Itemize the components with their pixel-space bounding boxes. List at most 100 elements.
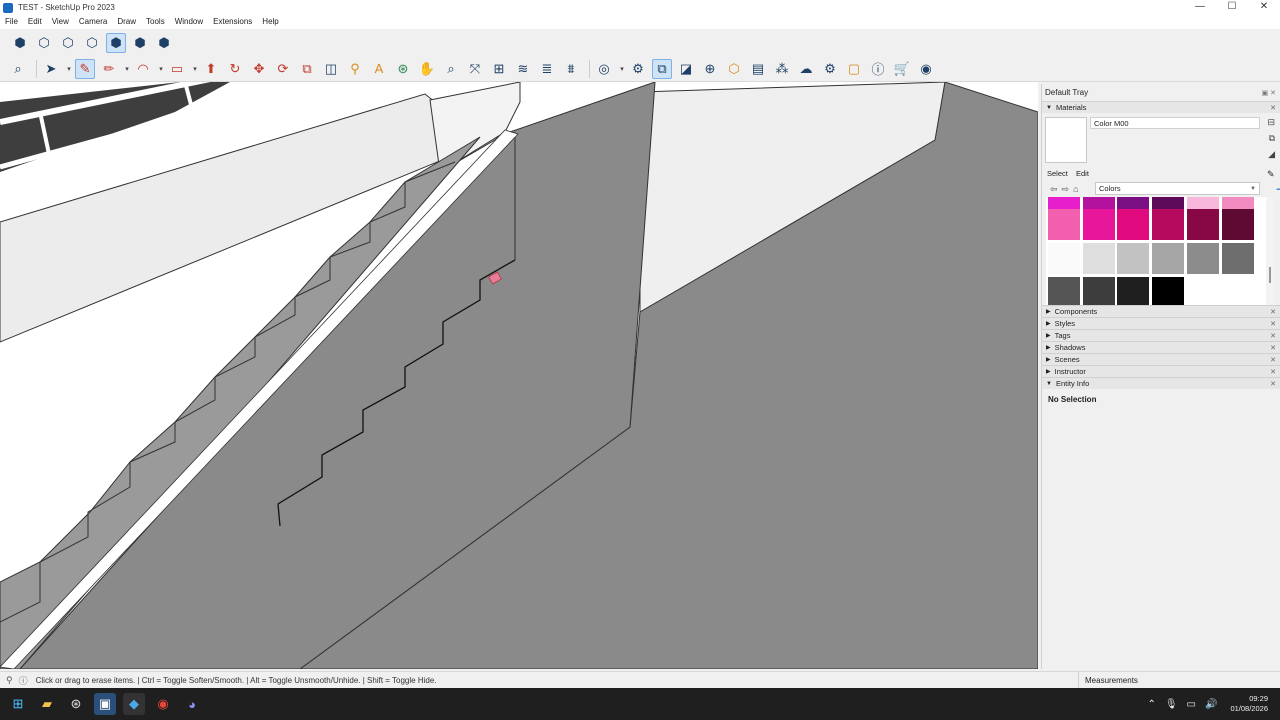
panel-header-styles[interactable]: ▶ Styles ✕ [1042,317,1280,329]
layout-icon[interactable]: ▤ [748,59,768,79]
collection-select[interactable]: Colors ▼ [1095,182,1260,195]
material-swatch[interactable] [1117,209,1149,240]
material-swatch[interactable] [1083,243,1115,274]
pan-icon[interactable]: ✋ [417,59,437,79]
rotate-icon[interactable]: ⟳ [273,59,293,79]
material-swatch[interactable] [1117,277,1149,305]
user-profile-icon[interactable]: ◉ [916,59,936,79]
arc-icon[interactable]: ◠ [133,59,153,79]
chrome-icon[interactable]: ◉ [152,693,174,715]
texture-icon[interactable]: ⁂ [772,59,792,79]
file-explorer-icon[interactable]: ▰ [36,693,58,715]
info-circle-icon[interactable]: ⓘ [19,674,28,687]
panel-header-shadows[interactable]: ▶ Shadows ✕ [1042,341,1280,353]
menu-tools[interactable]: Tools [141,15,170,29]
create-material-icon[interactable]: ⧉ [1269,133,1275,144]
material-name-field[interactable]: Color M00 [1090,117,1260,129]
close-panel-icon[interactable]: ✕ [1270,320,1276,328]
warehouse-icon[interactable]: ⊞ [489,59,509,79]
zoom-icon[interactable]: ⌕ [8,59,28,79]
close-panel-icon[interactable]: ✕ [1270,308,1276,316]
select-dropdown-icon[interactable]: ▾ [65,59,73,79]
default-paint-icon[interactable]: ◢ [1268,149,1275,160]
preferences-icon[interactable]: ⚙ [820,59,840,79]
panel-header-components[interactable]: ▶ Components ✕ [1042,305,1280,317]
app-icon[interactable]: ⊛ [65,693,87,715]
chevron-up-icon[interactable]: ⌃ [1147,699,1155,710]
cart-icon[interactable]: 🛒 [892,59,912,79]
panel-header-entity-info[interactable]: ▼ Entity Info ✕ [1042,377,1280,389]
xray-icon[interactable]: ⬢ [10,33,30,53]
tape-measure-icon[interactable]: ⚲ [345,59,365,79]
monochrome-icon[interactable]: ⬢ [154,33,174,53]
geo-location-icon[interactable]: ⚲ [6,675,13,686]
material-swatch[interactable] [1048,277,1080,305]
material-swatch[interactable] [1083,277,1115,305]
close-panel-icon[interactable]: ✕ [1270,104,1276,112]
measurements-box[interactable]: Measurements [1078,672,1278,689]
solid-tools-icon[interactable]: ⬡ [724,59,744,79]
close-panel-icon[interactable]: ✕ [1270,380,1276,388]
screen-recorder-icon[interactable]: ▣ [94,693,116,715]
palette-scrollbar[interactable] [1266,197,1274,305]
shaded-icon[interactable]: ⬢ [106,33,126,53]
text-icon[interactable]: A [369,59,389,79]
forward-arrow-icon[interactable]: ⇨ [1062,184,1070,195]
close-button[interactable]: ✕ [1248,0,1280,15]
minimize-button[interactable]: — [1184,0,1216,15]
sandbox-icon[interactable]: ⩩ [561,59,581,79]
clock[interactable]: 09:29 01/08/2026 [1230,694,1268,714]
volume-icon[interactable]: 🔊 [1205,699,1217,710]
sample-paint-icon[interactable]: ✎ [1267,169,1275,180]
back-edges-icon[interactable]: ⬡ [34,33,54,53]
menu-camera[interactable]: Camera [74,15,112,29]
menu-file[interactable]: File [0,15,23,29]
model-viewport[interactable] [0,82,1038,669]
line-pencil-icon[interactable]: ✏ [99,59,119,79]
material-swatch[interactable] [1048,243,1080,274]
tray-controls[interactable]: ▣ ✕ [1262,89,1276,97]
material-swatch[interactable] [1187,243,1219,274]
material-swatch[interactable] [1152,209,1184,240]
menu-window[interactable]: Window [170,15,208,29]
tab-edit[interactable]: Edit [1076,169,1089,178]
offset-icon[interactable]: ◫ [321,59,341,79]
panel-header-instructor[interactable]: ▶ Instructor ✕ [1042,365,1280,377]
tab-select[interactable]: Select [1047,169,1068,178]
hidden-line-icon[interactable]: ⬡ [82,33,102,53]
scrollbar-thumb[interactable] [1269,267,1271,283]
back-arrow-icon[interactable]: ⇦ [1050,184,1058,195]
shape-dropdown-icon[interactable]: ▾ [191,59,199,79]
cloud-icon[interactable]: ☁ [796,59,816,79]
account-icon[interactable]: ◎ [594,59,614,79]
menu-draw[interactable]: Draw [112,15,141,29]
close-panel-icon[interactable]: ✕ [1270,332,1276,340]
folder-icon[interactable]: ▢ [844,59,864,79]
materials-panel-header[interactable]: ▼ Materials ✕ [1042,101,1280,113]
select-arrow-icon[interactable]: ➤ [41,59,61,79]
line-dropdown-icon[interactable]: ▾ [123,59,131,79]
maximize-button[interactable]: ☐ [1216,0,1248,15]
panel-header-tags[interactable]: ▶ Tags ✕ [1042,329,1280,341]
layers-icon[interactable]: ≣ [537,59,557,79]
orbit-icon[interactable]: ⊛ [393,59,413,79]
arc-dropdown-icon[interactable]: ▾ [157,59,165,79]
rectangle-icon[interactable]: ▭ [167,59,187,79]
home-icon[interactable]: ⌂ [1073,184,1078,194]
eraser-icon[interactable]: ✎ [75,58,95,79]
zoom-tool-icon[interactable]: ⌕ [441,59,461,79]
material-swatch[interactable] [1083,209,1115,240]
extension-warehouse-icon[interactable]: ≋ [513,59,533,79]
add-location-icon[interactable]: ⊕ [700,59,720,79]
follow-me-icon[interactable]: ↻ [225,59,245,79]
material-swatch[interactable] [1152,243,1184,274]
material-swatch[interactable] [1222,209,1254,240]
wireframe-icon[interactable]: ⬡ [58,33,78,53]
info-icon[interactable]: ⓘ [868,59,888,79]
material-swatch[interactable] [1187,209,1219,240]
close-panel-icon[interactable]: ✕ [1270,368,1276,376]
material-swatch[interactable] [1048,209,1080,240]
move-icon[interactable]: ✥ [249,59,269,79]
close-panel-icon[interactable]: ✕ [1270,356,1276,364]
material-swatch[interactable] [1222,243,1254,274]
